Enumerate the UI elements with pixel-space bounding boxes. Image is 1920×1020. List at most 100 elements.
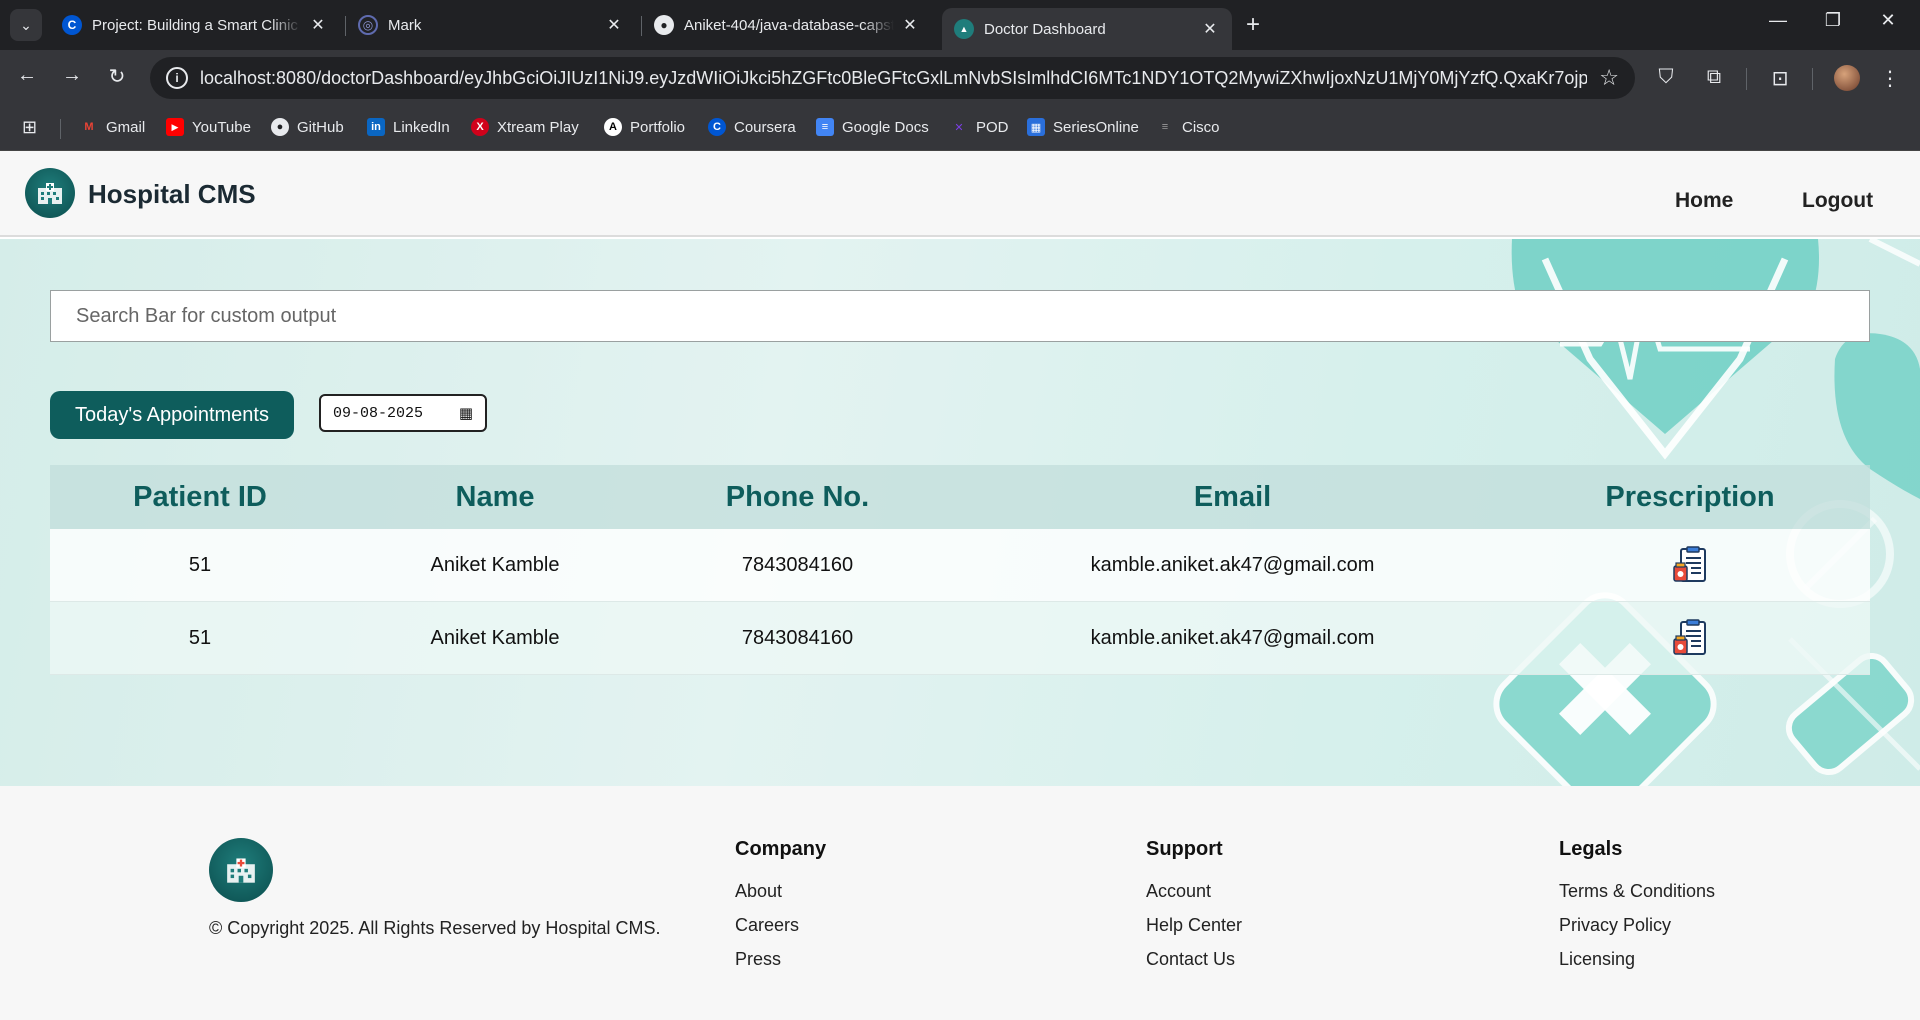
bookmark-portfolio[interactable]: A Portfolio bbox=[604, 118, 685, 136]
bookmark-separator bbox=[60, 119, 61, 139]
bookmark-xtream-play[interactable]: X Xtream Play bbox=[471, 118, 579, 136]
table-row: 51 Aniket Kamble 7843084160 kamble.anike… bbox=[50, 529, 1870, 602]
plus-icon: + bbox=[1246, 11, 1261, 38]
arrow-left-icon: ← bbox=[17, 64, 37, 86]
close-window-button[interactable]: ✕ bbox=[1868, 10, 1908, 31]
chevron-down-icon: ⌄ bbox=[20, 16, 32, 33]
bookmark-github[interactable]: ● GitHub bbox=[271, 118, 344, 136]
browser-tab-2[interactable]: ◎ Mark ✕ bbox=[346, 8, 636, 42]
footer-hospital-logo[interactable] bbox=[209, 838, 273, 902]
tab-search-button[interactable]: ⌄ bbox=[10, 9, 42, 41]
apps-grid-icon[interactable]: ⊞ bbox=[22, 117, 37, 138]
footer-link-careers[interactable]: Careers bbox=[735, 908, 826, 942]
close-icon[interactable]: ✕ bbox=[1200, 19, 1220, 39]
search-input[interactable] bbox=[50, 290, 1870, 342]
coursera-icon: C bbox=[62, 15, 82, 35]
web-page: Hospital CMS Home Logout Today's Appoint… bbox=[0, 151, 1920, 1020]
bookmark-label: Google Docs bbox=[842, 118, 929, 136]
column-header-prescription: Prescription bbox=[1605, 480, 1775, 513]
toolbar-divider bbox=[1746, 68, 1747, 90]
table-header-row: Patient ID Name Phone No. Email Prescrip… bbox=[50, 465, 1870, 529]
profile-avatar[interactable] bbox=[1834, 65, 1860, 91]
bookmark-gmail[interactable]: M Gmail bbox=[80, 118, 145, 136]
bookmark-label: GitHub bbox=[297, 118, 344, 136]
extensions-icon[interactable]: ⧉ bbox=[1700, 66, 1728, 89]
back-button[interactable]: ← bbox=[12, 64, 42, 87]
footer-link-press[interactable]: Press bbox=[735, 942, 826, 976]
bookmark-cisco[interactable]: ≡ Cisco bbox=[1156, 118, 1220, 136]
forward-button[interactable]: → bbox=[57, 64, 87, 87]
toolbar-divider bbox=[1812, 68, 1813, 90]
close-icon[interactable]: ✕ bbox=[900, 15, 920, 35]
url-text[interactable]: localhost:8080/doctorDashboard/eyJhbGciO… bbox=[200, 68, 1587, 89]
docs-icon: ≡ bbox=[816, 118, 834, 136]
footer-link-about[interactable]: About bbox=[735, 874, 826, 908]
address-bar[interactable]: i localhost:8080/doctorDashboard/eyJhbGc… bbox=[150, 57, 1635, 99]
dashboard-main: Today's Appointments 09-08-2025 ▦ Patien… bbox=[0, 239, 1920, 786]
patient-name-cell: Aniket Kamble bbox=[430, 553, 560, 576]
browser-tab-1[interactable]: C Project: Building a Smart Clinic M ✕ bbox=[50, 8, 340, 42]
browser-tab-3[interactable]: ● Aniket-404/java-database-capsto ✕ bbox=[642, 8, 932, 42]
prescription-icon[interactable] bbox=[1672, 546, 1708, 584]
reload-icon: ↻ bbox=[108, 66, 126, 88]
mark-icon: ◎ bbox=[358, 15, 378, 35]
tab-title: Doctor Dashboard bbox=[984, 20, 1106, 38]
hospital-icon bbox=[227, 858, 255, 883]
browser-toolbar: ← → ↻ i localhost:8080/doctorDashboard/e… bbox=[0, 50, 1920, 108]
footer-link-account[interactable]: Account bbox=[1146, 874, 1242, 908]
cisco-icon: ≡ bbox=[1161, 121, 1169, 133]
bookmark-google-docs[interactable]: ≡ Google Docs bbox=[816, 118, 929, 136]
bookmark-label: LinkedIn bbox=[393, 118, 450, 136]
close-icon[interactable]: ✕ bbox=[308, 15, 328, 35]
close-icon[interactable]: ✕ bbox=[604, 15, 624, 35]
site-info-icon[interactable]: i bbox=[166, 67, 188, 89]
footer-link-terms[interactable]: Terms & Conditions bbox=[1559, 874, 1715, 908]
prescription-icon[interactable] bbox=[1672, 619, 1708, 657]
bookmark-star-icon[interactable]: ☆ bbox=[1599, 65, 1619, 91]
bookmark-label: Portfolio bbox=[630, 118, 686, 136]
patient-phone-cell: 7843084160 bbox=[741, 626, 854, 649]
bookmark-coursera[interactable]: C Coursera bbox=[708, 118, 796, 136]
bookmark-label: Gmail bbox=[106, 118, 146, 136]
brand-title: Hospital CMS bbox=[88, 179, 256, 209]
hospital-logo[interactable] bbox=[25, 168, 75, 218]
footer-link-contact-us[interactable]: Contact Us bbox=[1146, 942, 1242, 976]
footer-column-company: Company About Careers Press bbox=[735, 838, 826, 976]
bookmark-label: Coursera bbox=[734, 118, 796, 136]
shield-icon[interactable]: ⛉ bbox=[1652, 66, 1680, 89]
minimize-button[interactable]: — bbox=[1758, 10, 1798, 31]
reload-button[interactable]: ↻ bbox=[102, 64, 132, 89]
todays-appointments-button[interactable]: Today's Appointments bbox=[50, 391, 294, 439]
column-header-name: Name bbox=[455, 480, 535, 513]
bookmark-seriesonline[interactable]: ▦ SeriesOnline bbox=[1027, 118, 1139, 136]
table-row: 51 Aniket Kamble 7843084160 kamble.anike… bbox=[50, 602, 1870, 675]
date-picker[interactable]: 09-08-2025 ▦ bbox=[319, 394, 487, 432]
site-header: Hospital CMS Home Logout bbox=[0, 151, 1920, 237]
footer-column-legals: Legals Terms & Conditions Privacy Policy… bbox=[1559, 838, 1715, 976]
close-icon: ✕ bbox=[1880, 10, 1896, 30]
seriesonline-icon: ▦ bbox=[1027, 118, 1045, 136]
site-footer: © Copyright 2025. All Rights Reserved by… bbox=[0, 786, 1920, 1020]
new-tab-button[interactable]: + bbox=[1246, 12, 1260, 38]
bookmark-linkedin[interactable]: in LinkedIn bbox=[367, 118, 450, 136]
bookmark-youtube[interactable]: ▶ YouTube bbox=[166, 118, 251, 136]
calendar-icon[interactable]: ▦ bbox=[459, 404, 473, 422]
screenshot-icon[interactable]: ⊡ bbox=[1766, 66, 1794, 91]
browser-tab-active[interactable]: ▲ Doctor Dashboard ✕ bbox=[942, 8, 1232, 50]
hospital-icon bbox=[38, 183, 62, 204]
bookmark-label: SeriesOnline bbox=[1053, 118, 1139, 136]
footer-link-licensing[interactable]: Licensing bbox=[1559, 942, 1715, 976]
nav-home-link[interactable]: Home bbox=[1675, 189, 1733, 213]
footer-link-help-center[interactable]: Help Center bbox=[1146, 908, 1242, 942]
kebab-menu-icon[interactable]: ⋮ bbox=[1876, 66, 1904, 91]
bookmark-label: YouTube bbox=[192, 118, 251, 136]
column-header-phone: Phone No. bbox=[725, 480, 870, 513]
footer-column-support: Support Account Help Center Contact Us bbox=[1146, 838, 1242, 976]
bookmark-pod[interactable]: ✕ POD bbox=[950, 118, 1008, 136]
footer-link-privacy[interactable]: Privacy Policy bbox=[1559, 908, 1715, 942]
column-header-email: Email bbox=[1193, 480, 1272, 513]
xtream-icon: X bbox=[471, 118, 489, 136]
nav-logout-link[interactable]: Logout bbox=[1802, 189, 1873, 213]
restore-button[interactable]: ❐ bbox=[1813, 10, 1853, 31]
hospital-icon: ▲ bbox=[954, 19, 974, 39]
